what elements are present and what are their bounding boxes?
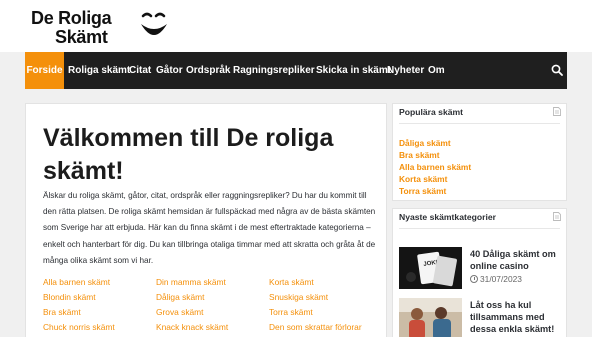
popular-link[interactable]: Dåliga skämt: [399, 138, 451, 148]
nav-item-om[interactable]: Om: [428, 52, 445, 89]
post-item[interactable]: JOKER 40 Dåliga skämt om online casino 3…: [399, 247, 564, 291]
nav-item-ragningsrepliker[interactable]: Ragningsrepliker: [233, 52, 315, 89]
post-title[interactable]: Låt oss ha kul tillsammans med dessa enk…: [470, 299, 562, 335]
category-link[interactable]: Bra skämt: [43, 307, 81, 317]
popular-link[interactable]: Alla barnen skämt: [399, 162, 471, 172]
widget-divider: [399, 123, 560, 124]
widget-title: Nyaste skämtkategorier: [399, 212, 496, 222]
widget-title: Populära skämt: [399, 107, 463, 117]
site-logo[interactable]: De Roliga Skämt: [29, 6, 167, 47]
category-link[interactable]: Alla barnen skämt: [43, 277, 110, 287]
category-link[interactable]: Din mamma skämt: [156, 277, 226, 287]
logo-text-line2: Skämt: [55, 27, 108, 47]
nav-item-nyheter[interactable]: Nyheter: [387, 52, 424, 89]
category-link[interactable]: Torra skämt: [269, 307, 313, 317]
nav-item-citat[interactable]: Citat: [129, 52, 151, 89]
site-header: De Roliga Skämt: [0, 0, 592, 52]
popular-jokes-widget: Populära skämt Dåliga skämt Bra skämt Al…: [392, 103, 567, 201]
post-thumbnail[interactable]: JOKER: [399, 247, 462, 289]
category-link[interactable]: Korta skämt: [269, 277, 314, 287]
category-link[interactable]: Blondin skämt: [43, 292, 96, 302]
main-content: Välkommen till De roliga skämt! Älskar d…: [25, 103, 387, 337]
nav-item-ordsprak[interactable]: Ordspråk: [186, 52, 230, 89]
nav-item-roliga-skamt[interactable]: Roliga skämt: [68, 52, 130, 89]
nav-item-skicka-in-skamt[interactable]: Skicka in skämt: [316, 52, 391, 89]
popular-link[interactable]: Bra skämt: [399, 150, 440, 160]
document-icon: [553, 107, 561, 116]
logo-text-line1: De Roliga: [31, 8, 112, 28]
category-link[interactable]: Knack knack skämt: [156, 322, 228, 332]
category-link[interactable]: Grova skämt: [156, 307, 203, 317]
nav-item-forside[interactable]: Forside: [25, 52, 64, 89]
category-link[interactable]: Snuskiga skämt: [269, 292, 328, 302]
page-title: Välkommen till De roliga skämt!: [43, 124, 334, 185]
newest-categories-widget: Nyaste skämtkategorier JOKER 40 Dåliga s…: [392, 208, 567, 337]
post-title[interactable]: 40 Dåliga skämt om online casino: [470, 248, 562, 272]
category-link[interactable]: Dåliga skämt: [156, 292, 204, 302]
post-item[interactable]: Låt oss ha kul tillsammans med dessa enk…: [399, 298, 564, 337]
smiley-logo-icon: [141, 12, 167, 35]
post-date-text: 31/07/2023: [480, 274, 522, 284]
popular-link[interactable]: Korta skämt: [399, 174, 447, 184]
document-icon: [553, 212, 561, 221]
category-link[interactable]: Den som skrattar förlorar: [269, 322, 362, 332]
search-icon[interactable]: [551, 64, 563, 76]
clock-icon: [470, 275, 478, 283]
post-date: 31/07/2023: [470, 274, 522, 284]
category-link[interactable]: Chuck norris skämt: [43, 322, 115, 332]
widget-divider: [399, 228, 560, 229]
intro-paragraph: Älskar du roliga skämt, gåtor, citat, or…: [43, 191, 376, 265]
popular-link[interactable]: Torra skämt: [399, 186, 446, 196]
nav-item-gator[interactable]: Gåtor: [156, 52, 183, 89]
post-thumbnail[interactable]: [399, 298, 462, 337]
main-nav: Forside Roliga skämt Citat Gåtor Ordsprå…: [25, 52, 567, 89]
